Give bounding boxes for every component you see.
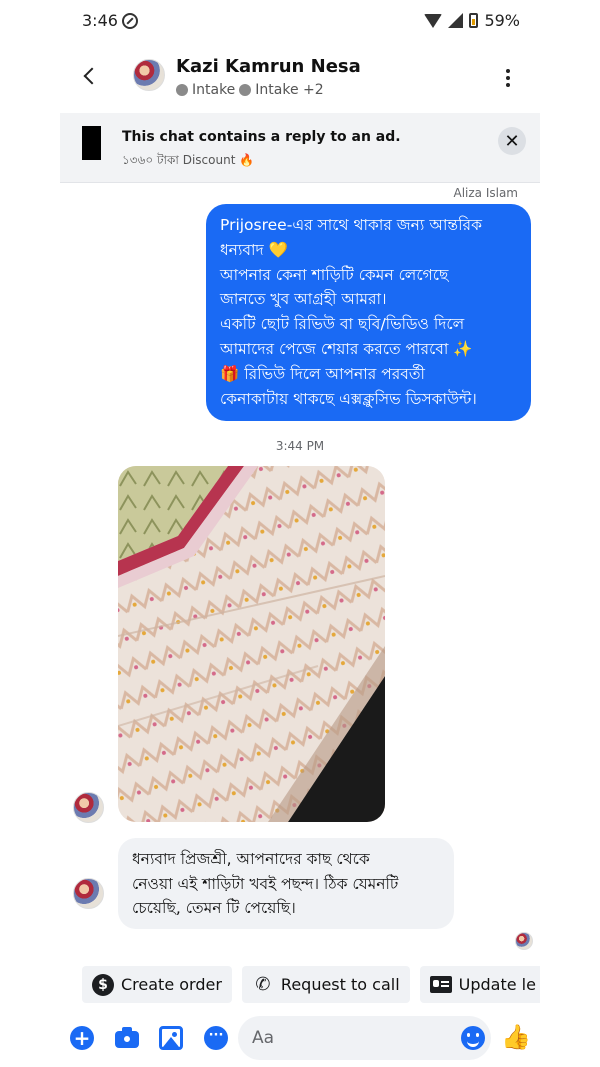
incoming-photo-saree[interactable] <box>118 466 385 822</box>
ad-thumbnail[interactable] <box>82 126 101 160</box>
tag-label: Intake <box>192 82 236 98</box>
status-bar: 3:46 59% <box>0 0 600 42</box>
create-order-label: Create order <box>121 975 222 994</box>
ad-reply-banner: This chat contains a reply to an ad. ১৩৬… <box>60 113 540 183</box>
tag-label: Intake +2 <box>255 82 324 98</box>
create-order-button[interactable]: $ Create order <box>82 966 232 1003</box>
thumbs-up-icon[interactable]: 👍 <box>501 1023 531 1051</box>
ad-banner-subtitle: ১৩৬০ টাকা Discount 🔥 <box>122 153 255 167</box>
plus-icon[interactable]: + <box>70 1026 94 1050</box>
message-line: চেয়েছি, তেমন টি পেয়েছি। <box>132 899 296 917</box>
quick-actions-bar: $ Create order ✆ Request to call Update … <box>82 966 540 1003</box>
saree-photo-image <box>118 466 385 822</box>
signal-icon <box>448 13 464 28</box>
contact-name[interactable]: Kazi Kamrun Nesa <box>176 56 361 77</box>
message-line: ধন্যবাদ 💛 <box>220 240 288 259</box>
message-line: নেওয়া এই শাড়িটা খবই পছন্দ। ঠিক যেমনটি <box>132 874 399 893</box>
update-lead-label: Update le <box>458 975 536 994</box>
sender-name: Aliza Islam <box>453 186 518 200</box>
status-indicators: 59% <box>424 11 520 30</box>
message-line: জানতে খুব আগ্রহী আমরা। <box>220 290 387 309</box>
battery-percentage: 59% <box>484 11 520 30</box>
chat-header: Kazi Kamrun Nesa Intake Intake +2 <box>60 42 540 112</box>
message-composer: + ··· Aa 👍 <box>60 1012 540 1064</box>
update-lead-button[interactable]: Update le <box>419 966 540 1003</box>
incoming-message-bubble[interactable]: ধন্যবাদ প্রিজশ্রী, আপনাদের কাছ থেকে নেওয… <box>118 838 454 929</box>
tag-dot-icon <box>176 84 188 96</box>
message-line: ধন্যবাদ প্রিজশ্রী, আপনাদের কাছ থেকে <box>132 850 370 868</box>
message-input[interactable]: Aa <box>238 1016 491 1060</box>
message-line: Prijosree-এর সাথে থাকার জন্য আন্তরিক <box>220 216 482 234</box>
saved-replies-icon[interactable]: ··· <box>204 1026 228 1050</box>
do-not-disturb-icon <box>121 12 138 29</box>
close-icon[interactable]: ✕ <box>498 127 526 155</box>
battery-icon <box>469 13 479 28</box>
contact-avatar[interactable] <box>133 59 165 91</box>
message-line: 🎁 রিভিউ দিলে আপনার পরবর্তী <box>220 364 425 383</box>
outgoing-message-bubble[interactable]: Prijosree-এর সাথে থাকার জন্য আন্তরিক ধন্… <box>206 204 531 421</box>
message-timestamp: 3:44 PM <box>275 439 325 453</box>
phone-plus-icon: ✆ <box>255 974 271 995</box>
seen-receipt-avatar <box>515 932 533 950</box>
request-to-call-button[interactable]: ✆ Request to call <box>241 966 410 1003</box>
message-line: আপনার কেনা শাড়িটি কেমন লেগেছে <box>220 265 449 284</box>
message-line: একটি ছোট রিভিউ বা ছবি/ভিডিও দিলে <box>220 315 465 334</box>
contact-avatar-small[interactable] <box>73 878 104 909</box>
gallery-icon[interactable] <box>159 1026 183 1050</box>
tag-dot-icon <box>239 84 252 96</box>
ad-banner-title: This chat contains a reply to an ad. <box>122 129 401 145</box>
camera-icon[interactable] <box>115 1026 139 1050</box>
contact-card-icon <box>429 976 452 993</box>
status-time: 3:46 <box>82 11 118 30</box>
back-arrow-icon[interactable] <box>83 67 101 85</box>
status-time-group: 3:46 <box>82 11 138 30</box>
message-line: আমাদের পেজে শেয়ার করতে পারবো ✨ <box>220 339 473 358</box>
message-line: কেনাকাটায় থাকছে এক্সক্লুসিভ ডিসকাউন্ট। <box>220 389 477 408</box>
request-to-call-label: Request to call <box>280 975 400 994</box>
wifi-icon <box>424 13 443 28</box>
more-options-icon[interactable] <box>506 69 510 87</box>
contact-avatar-small[interactable] <box>73 792 104 823</box>
emoji-icon[interactable] <box>461 1026 485 1050</box>
dollar-circle-icon: $ <box>92 973 114 996</box>
contact-tags[interactable]: Intake Intake +2 <box>176 82 324 98</box>
